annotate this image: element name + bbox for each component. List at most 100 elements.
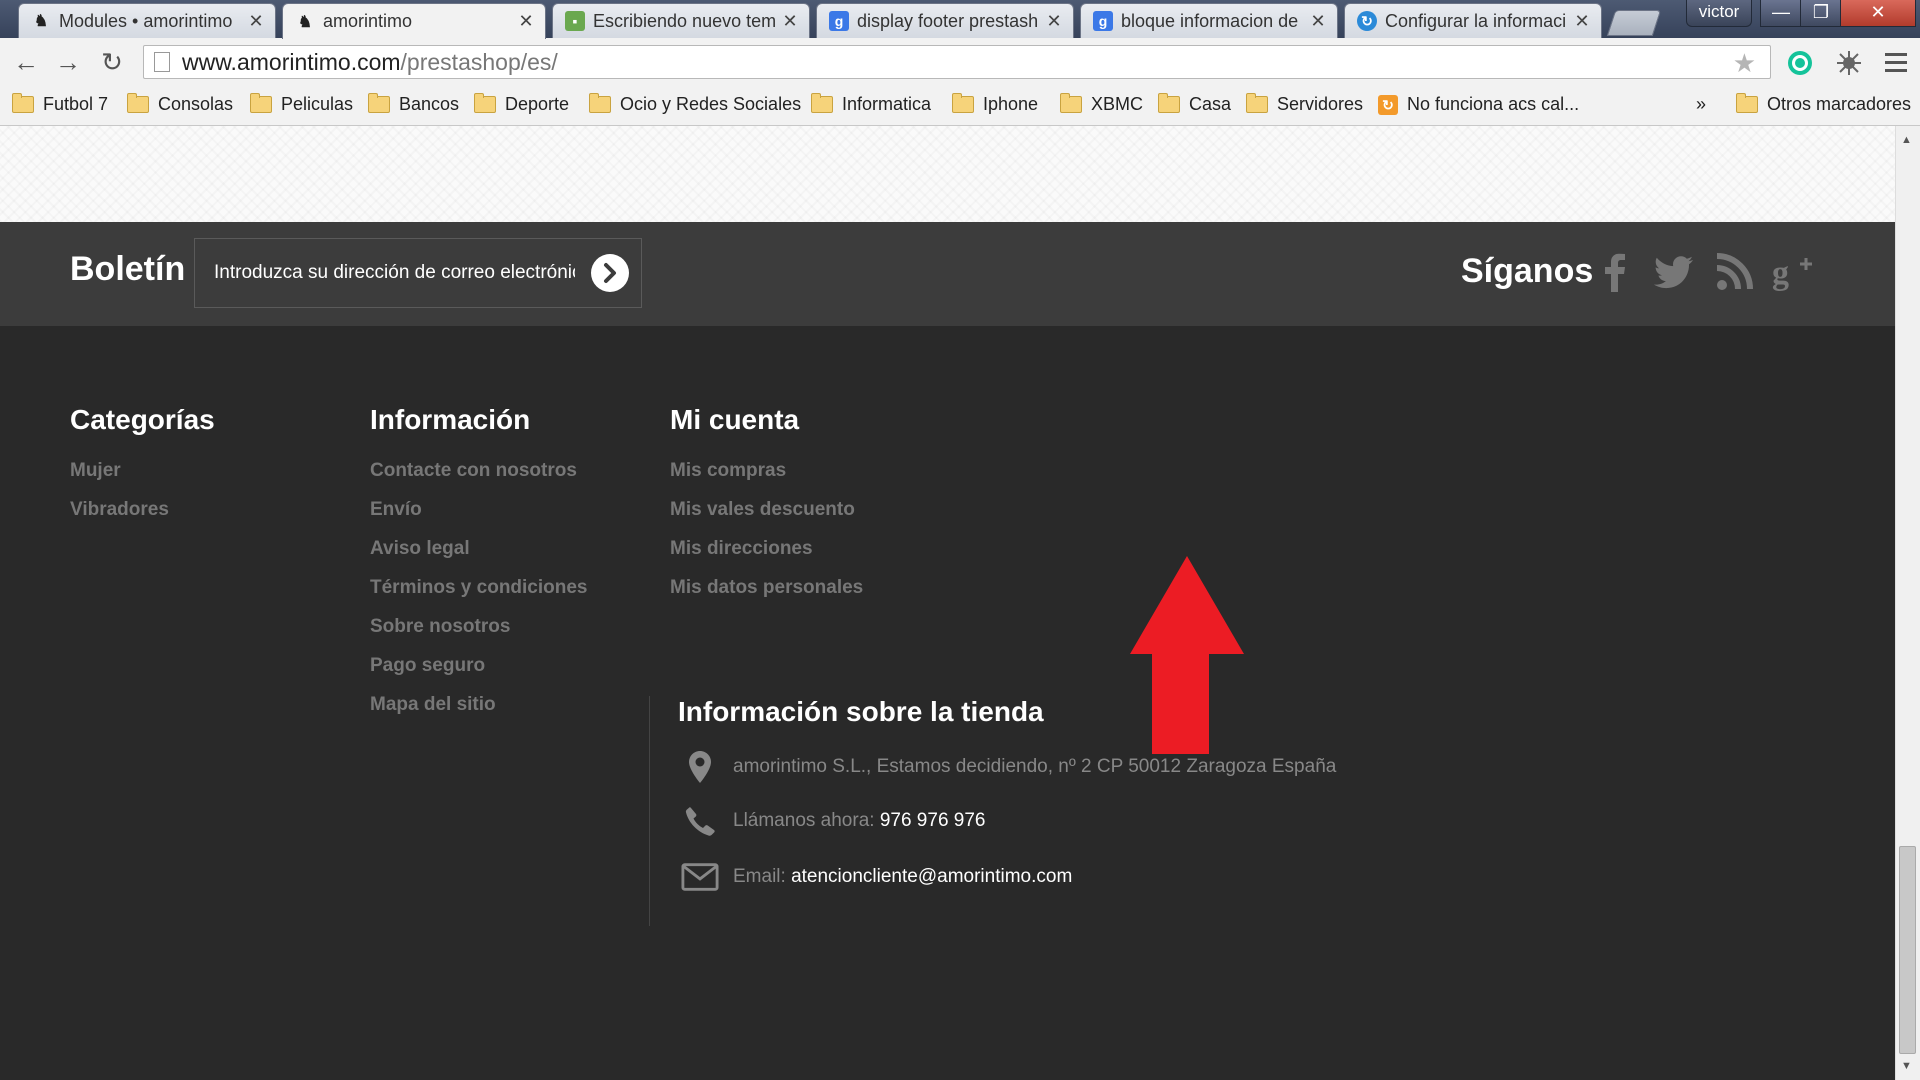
bookmark-folder[interactable]: Informatica	[811, 93, 932, 115]
store-info-title: Información sobre la tienda	[678, 696, 1044, 727]
follow-us-title: Síganos	[1461, 252, 1594, 290]
tab-bloque-informacion[interactable]: g bloque informacion de ✕	[1080, 3, 1338, 38]
chevron-right-icon	[604, 263, 616, 283]
restore-button[interactable]: ❐	[1800, 0, 1842, 27]
bookmark-label: Casa	[1189, 94, 1232, 114]
bookmark-folder[interactable]: Futbol 7	[12, 93, 109, 115]
info-link-sitemap[interactable]: Mapa del sitio	[370, 694, 496, 716]
scroll-down-arrow-icon[interactable]: ▼	[1901, 1060, 1912, 1072]
prestashop-config-icon: ↻	[1357, 11, 1377, 31]
account-link-personal-data[interactable]: Mis datos personales	[670, 577, 863, 599]
tab-close-icon[interactable]: ✕	[517, 11, 535, 32]
map-marker-icon	[681, 750, 719, 784]
bookmark-label: Futbol 7	[43, 94, 109, 114]
twitter-icon[interactable]	[1652, 250, 1696, 294]
bookmark-folder[interactable]: Servidores	[1246, 93, 1364, 115]
email-address[interactable]: atencioncliente@amorintimo.com	[791, 866, 1072, 888]
bookmark-star-icon[interactable]: ★	[1733, 48, 1756, 79]
info-link-shipping[interactable]: Envío	[370, 499, 422, 521]
tab-display-footer[interactable]: g display footer prestash ✕	[816, 3, 1074, 38]
categories-title: Categorías	[70, 404, 215, 435]
extension-bug-icon[interactable]	[1836, 50, 1862, 76]
bookmark-folder[interactable]: Bancos	[368, 93, 460, 115]
page-scrollbar[interactable]: ▲ ▼	[1895, 126, 1920, 1080]
tab-amorintimo[interactable]: ♞ amorintimo ✕	[282, 3, 546, 39]
folder-icon	[1060, 93, 1082, 113]
folder-icon	[811, 93, 833, 113]
bookmarks-overflow-button[interactable]: »	[1696, 94, 1706, 115]
address-bar[interactable]: www.amorintimo.com/prestashop/es/ ★	[143, 45, 1771, 79]
bookmark-folder[interactable]: Deporte	[474, 93, 569, 115]
back-button[interactable]: ←	[11, 48, 41, 76]
newsletter-bar: Boletín Síganos g	[0, 222, 1895, 326]
bookmark-folder[interactable]: Ocio y Redes Sociales	[589, 93, 801, 115]
account-link-vouchers[interactable]: Mis vales descuento	[670, 499, 855, 521]
tab-label: bloque informacion de	[1121, 10, 1299, 31]
page-icon	[154, 52, 170, 72]
bookmarks-bar: Futbol 7 Consolas Peliculas Bancos Depor…	[0, 86, 1920, 126]
tab-label: amorintimo	[323, 11, 413, 31]
info-link-about[interactable]: Sobre nosotros	[370, 616, 510, 638]
other-bookmarks-folder[interactable]: Otros marcadores	[1736, 93, 1911, 115]
bookmark-label: Informatica	[842, 94, 932, 114]
new-tab-button[interactable]	[1606, 10, 1662, 36]
reload-button[interactable]: ↻	[97, 48, 127, 76]
tab-label: Modules • amorintimo	[59, 10, 233, 31]
grammarly-extension-icon[interactable]	[1787, 50, 1813, 76]
information-title: Información	[370, 404, 531, 435]
bookmark-link[interactable]: ↻ No funciona acs cal...	[1378, 94, 1579, 115]
account-link-orders[interactable]: Mis compras	[670, 460, 786, 482]
tab-modules[interactable]: ♞ Modules • amorintimo ✕	[18, 3, 276, 38]
phone-label: Llámanos ahora:	[733, 810, 875, 831]
profile-button[interactable]: victor	[1686, 0, 1752, 27]
forward-button[interactable]: →	[53, 48, 83, 76]
store-address: amorintimo S.L., Estamos decidiendo, nº …	[733, 756, 1337, 777]
close-window-button[interactable]: ✕	[1840, 0, 1916, 27]
page-pattern-background	[0, 126, 1895, 222]
folder-icon	[952, 93, 974, 113]
tab-close-icon[interactable]: ✕	[781, 11, 799, 32]
prestashop-puffin-icon: ♞	[297, 13, 313, 31]
bookmark-label: XBMC	[1091, 94, 1144, 114]
bookmark-folder[interactable]: Consolas	[127, 93, 233, 115]
tab-close-icon[interactable]: ✕	[1045, 11, 1063, 32]
tab-escribiendo[interactable]: ▪ Escribiendo nuevo tem ✕	[552, 3, 810, 38]
phone-icon	[681, 806, 719, 836]
newsletter-title: Boletín	[70, 250, 186, 288]
google-icon: g	[1093, 11, 1113, 31]
red-up-arrow-annotation	[1130, 556, 1244, 754]
account-link-addresses[interactable]: Mis direcciones	[670, 538, 813, 560]
scroll-up-arrow-icon[interactable]: ▲	[1901, 134, 1912, 146]
info-link-contact[interactable]: Contacte con nosotros	[370, 460, 577, 482]
tab-label: display footer prestash	[857, 10, 1039, 31]
facebook-icon[interactable]	[1594, 250, 1638, 294]
bookmark-label: Peliculas	[281, 94, 354, 114]
chrome-menu-icon[interactable]	[1885, 53, 1907, 72]
bookmark-folder[interactable]: XBMC	[1060, 93, 1144, 115]
url-domain: www.amorintimo.com	[182, 48, 401, 75]
rss-icon[interactable]	[1712, 250, 1756, 294]
category-link-mujer[interactable]: Mujer	[70, 460, 121, 482]
tab-close-icon[interactable]: ✕	[247, 11, 265, 32]
bookmark-folder[interactable]: Peliculas	[250, 93, 354, 115]
google-plus-icon[interactable]: g	[1770, 250, 1814, 294]
bookmark-folder[interactable]: Casa	[1158, 93, 1232, 115]
newsletter-email-input[interactable]	[195, 239, 575, 307]
bookmark-folder[interactable]: Iphone	[952, 93, 1038, 115]
newsletter-form	[194, 238, 642, 308]
tab-configurar[interactable]: ↻ Configurar la informaci ✕	[1344, 3, 1602, 38]
account-title: Mi cuenta	[670, 404, 800, 435]
minimize-button[interactable]: —	[1760, 0, 1802, 27]
scrollbar-thumb[interactable]	[1899, 846, 1916, 1054]
folder-icon	[250, 93, 272, 113]
info-link-legal[interactable]: Aviso legal	[370, 538, 470, 560]
info-link-terms[interactable]: Términos y condiciones	[370, 577, 588, 599]
category-link-vibradores[interactable]: Vibradores	[70, 499, 169, 521]
tab-close-icon[interactable]: ✕	[1573, 11, 1591, 32]
phone-number[interactable]: 976 976 976	[880, 810, 986, 832]
bookmark-label: Bancos	[399, 94, 460, 114]
tab-close-icon[interactable]: ✕	[1309, 11, 1327, 32]
info-link-secure-payment[interactable]: Pago seguro	[370, 655, 485, 677]
bookmark-label: Servidores	[1277, 94, 1364, 114]
newsletter-submit-button[interactable]	[591, 254, 629, 292]
